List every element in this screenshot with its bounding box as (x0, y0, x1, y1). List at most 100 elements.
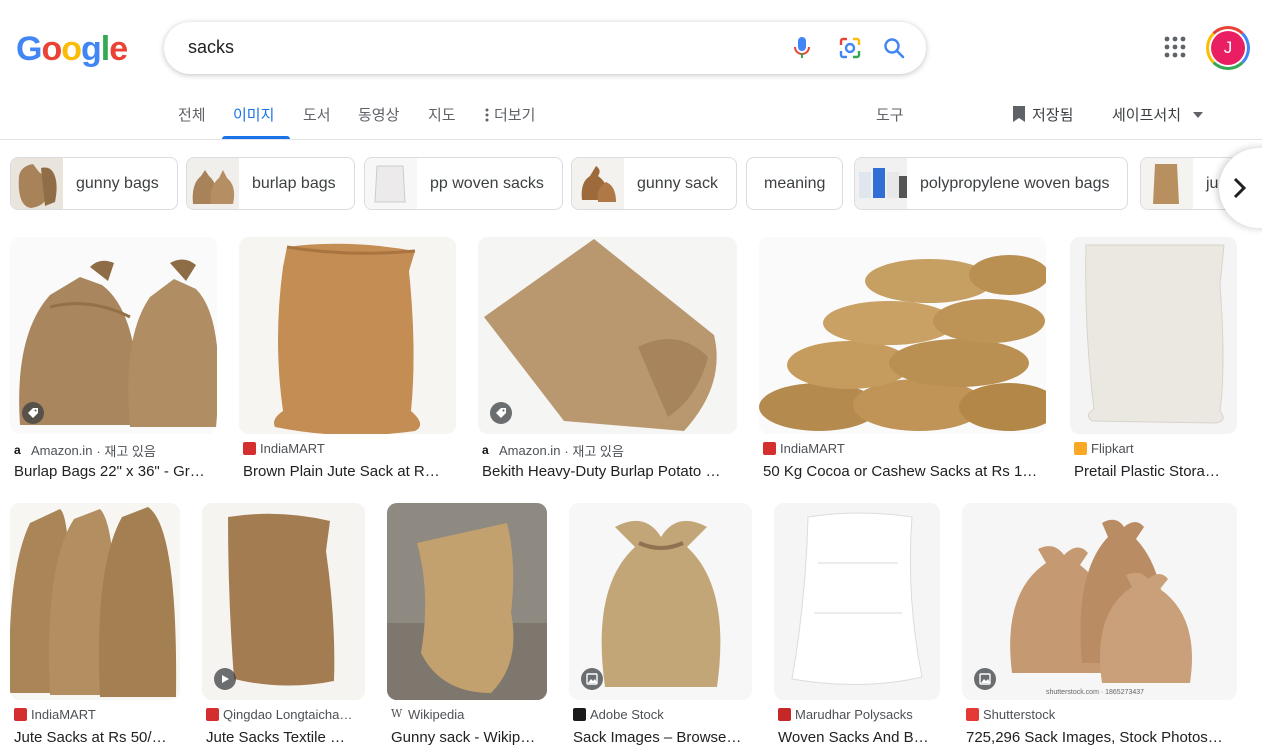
result-thumbnail (1070, 237, 1237, 434)
search-input[interactable]: sacks (188, 37, 234, 58)
bookmark-icon (1013, 106, 1025, 122)
result-source[interactable]: Flipkart (1074, 441, 1134, 456)
result-title[interactable]: Gunny sack - Wikip… (391, 729, 547, 746)
tab-more-label: 더보기 (494, 107, 536, 124)
image-result[interactable]: Flipkart Pretail Plastic Stora… (1070, 237, 1238, 487)
chip-burlap-bags[interactable]: burlap bags (186, 157, 355, 210)
chip-thumbnail (187, 158, 239, 209)
chip-thumbnail (572, 158, 624, 209)
safesearch-label: 세이프서치 (1112, 107, 1182, 124)
image-result[interactable]: IndiaMART 50 Kg Cocoa or Cashew Sacks at… (759, 237, 1047, 487)
chip-thumbnail (11, 158, 63, 209)
result-title[interactable]: Jute Sacks at Rs 50/… (14, 729, 182, 746)
tab-maps[interactable]: 지도 (428, 104, 456, 125)
indiamart-favicon-icon (763, 442, 776, 455)
result-source[interactable]: IndiaMART (763, 441, 845, 456)
chip-polypropylene-woven-bags[interactable]: polypropylene woven bags (854, 157, 1129, 210)
image-result[interactable]: IndiaMART Brown Plain Jute Sack at R… (239, 237, 457, 487)
result-source[interactable]: IndiaMART (14, 707, 96, 722)
marudhar-favicon-icon (778, 708, 791, 721)
image-icon (974, 668, 996, 690)
chevron-right-icon (1233, 177, 1247, 199)
video-play-icon (214, 668, 236, 690)
apps-grid-icon[interactable] (1162, 34, 1188, 60)
chip-pp-woven-sacks[interactable]: pp woven sacks (364, 157, 563, 210)
shutterstock-favicon-icon (966, 708, 979, 721)
result-source[interactable]: a Amazon.in · 재고 있음 (14, 441, 156, 460)
image-result[interactable]: a Amazon.in · 재고 있음 Bekith Heavy-Duty Burl… (478, 237, 738, 487)
result-title[interactable]: 725,296 Sack Images, Stock Photos… (966, 729, 1236, 746)
chip-gunny-sack[interactable]: gunny sack (571, 157, 737, 210)
camera-lens-icon[interactable] (836, 34, 864, 62)
image-result[interactable]: Qingdao Longtaicha… Jute Sacks Textile … (202, 503, 366, 752)
source-name: Amazon.in (499, 443, 561, 458)
result-source[interactable]: Shutterstock (966, 707, 1055, 722)
microphone-icon[interactable] (788, 34, 816, 62)
chip-label: pp woven sacks (430, 174, 544, 192)
result-title[interactable]: Sack Images – Browse… (573, 729, 749, 746)
google-logo[interactable]: Google (16, 30, 128, 69)
tools-button[interactable]: 도구 (876, 104, 904, 125)
result-thumbnail (759, 237, 1046, 434)
image-icon (581, 668, 603, 690)
image-result[interactable]: a Amazon.in · 재고 있음 Burlap Bags 22" x 36" … (10, 237, 218, 487)
result-source[interactable]: a Amazon.in · 재고 있음 (482, 441, 624, 460)
search-box[interactable]: sacks (164, 22, 926, 74)
image-result[interactable]: Marudhar Polysacks Woven Sacks And B… (774, 503, 941, 752)
logo-letter: o (61, 30, 82, 68)
image-result[interactable]: Adobe Stock Sack Images – Browse… (569, 503, 753, 752)
tab-videos[interactable]: 동영상 (358, 104, 399, 125)
result-source[interactable]: W Wikipedia (391, 707, 464, 722)
result-thumbnail (10, 503, 180, 700)
logo-letter: e (109, 30, 128, 68)
source-name: Flipkart (1091, 441, 1134, 456)
result-title[interactable]: 50 Kg Cocoa or Cashew Sacks at Rs 1… (763, 463, 1047, 480)
result-title[interactable]: Burlap Bags 22" x 36" - Gr… (14, 463, 218, 480)
search-tabs: 전체 이미지 도서 동영상 지도 더보기 도구 저장됨 세이프서치 (0, 96, 1262, 140)
wikipedia-favicon-icon: W (391, 707, 403, 720)
logo-letter: l (100, 30, 111, 68)
saved-button[interactable]: 저장됨 (1012, 104, 1073, 125)
image-result[interactable]: IndiaMART Jute Sacks at Rs 50/… (10, 503, 181, 752)
chip-label: burlap bags (252, 174, 336, 192)
safesearch-dropdown[interactable]: 세이프서치 (1112, 104, 1204, 125)
source-name: Wikipedia (408, 707, 465, 722)
account-avatar[interactable]: J (1206, 26, 1250, 70)
logo-letter: g (81, 30, 102, 68)
chip-label: meaning (764, 174, 826, 192)
image-watermark: shutterstock.com · 1865273437 (1046, 689, 1145, 696)
logo-letter: o (41, 30, 62, 68)
result-source[interactable]: Qingdao Longtaicha… (206, 707, 352, 722)
result-thumbnail (774, 503, 940, 700)
chip-thumbnail (1141, 158, 1193, 209)
source-name: Marudhar Polysacks (795, 707, 913, 722)
image-result[interactable]: shutterstock.com · 1865273437 Shuttersto… (962, 503, 1238, 752)
image-result[interactable]: W Wikipedia Gunny sack - Wikip… (387, 503, 548, 752)
result-title[interactable]: Bekith Heavy-Duty Burlap Potato … (482, 463, 738, 480)
tab-books[interactable]: 도서 (303, 104, 331, 125)
chip-gunny-bags[interactable]: gunny bags (10, 157, 178, 210)
result-title[interactable]: Jute Sacks Textile … (206, 729, 362, 746)
chip-meaning[interactable]: meaning (746, 157, 844, 210)
result-source[interactable]: IndiaMART (243, 441, 325, 456)
result-title[interactable]: Pretail Plastic Stora… (1074, 463, 1238, 480)
logo-letter: G (16, 30, 42, 68)
flipkart-favicon-icon (1074, 442, 1087, 455)
result-title[interactable]: Brown Plain Jute Sack at R… (243, 463, 455, 480)
tab-images[interactable]: 이미지 (233, 104, 274, 125)
avatar-initial: J (1211, 31, 1245, 65)
source-name: Shutterstock (983, 707, 1056, 722)
tab-more[interactable]: 더보기 (484, 104, 535, 125)
result-title[interactable]: Woven Sacks And B… (778, 729, 936, 746)
search-icon[interactable] (880, 34, 908, 62)
source-name: IndiaMART (260, 441, 325, 456)
amazon-favicon-icon: a (14, 444, 27, 457)
result-thumbnail (478, 237, 737, 434)
tab-all[interactable]: 전체 (178, 104, 206, 125)
more-vert-icon (485, 108, 489, 122)
source-name: Amazon.in (31, 443, 93, 458)
indiamart-favicon-icon (14, 708, 27, 721)
result-source[interactable]: Adobe Stock (573, 707, 664, 722)
shopping-tag-icon (490, 402, 512, 424)
result-source[interactable]: Marudhar Polysacks (778, 707, 913, 722)
